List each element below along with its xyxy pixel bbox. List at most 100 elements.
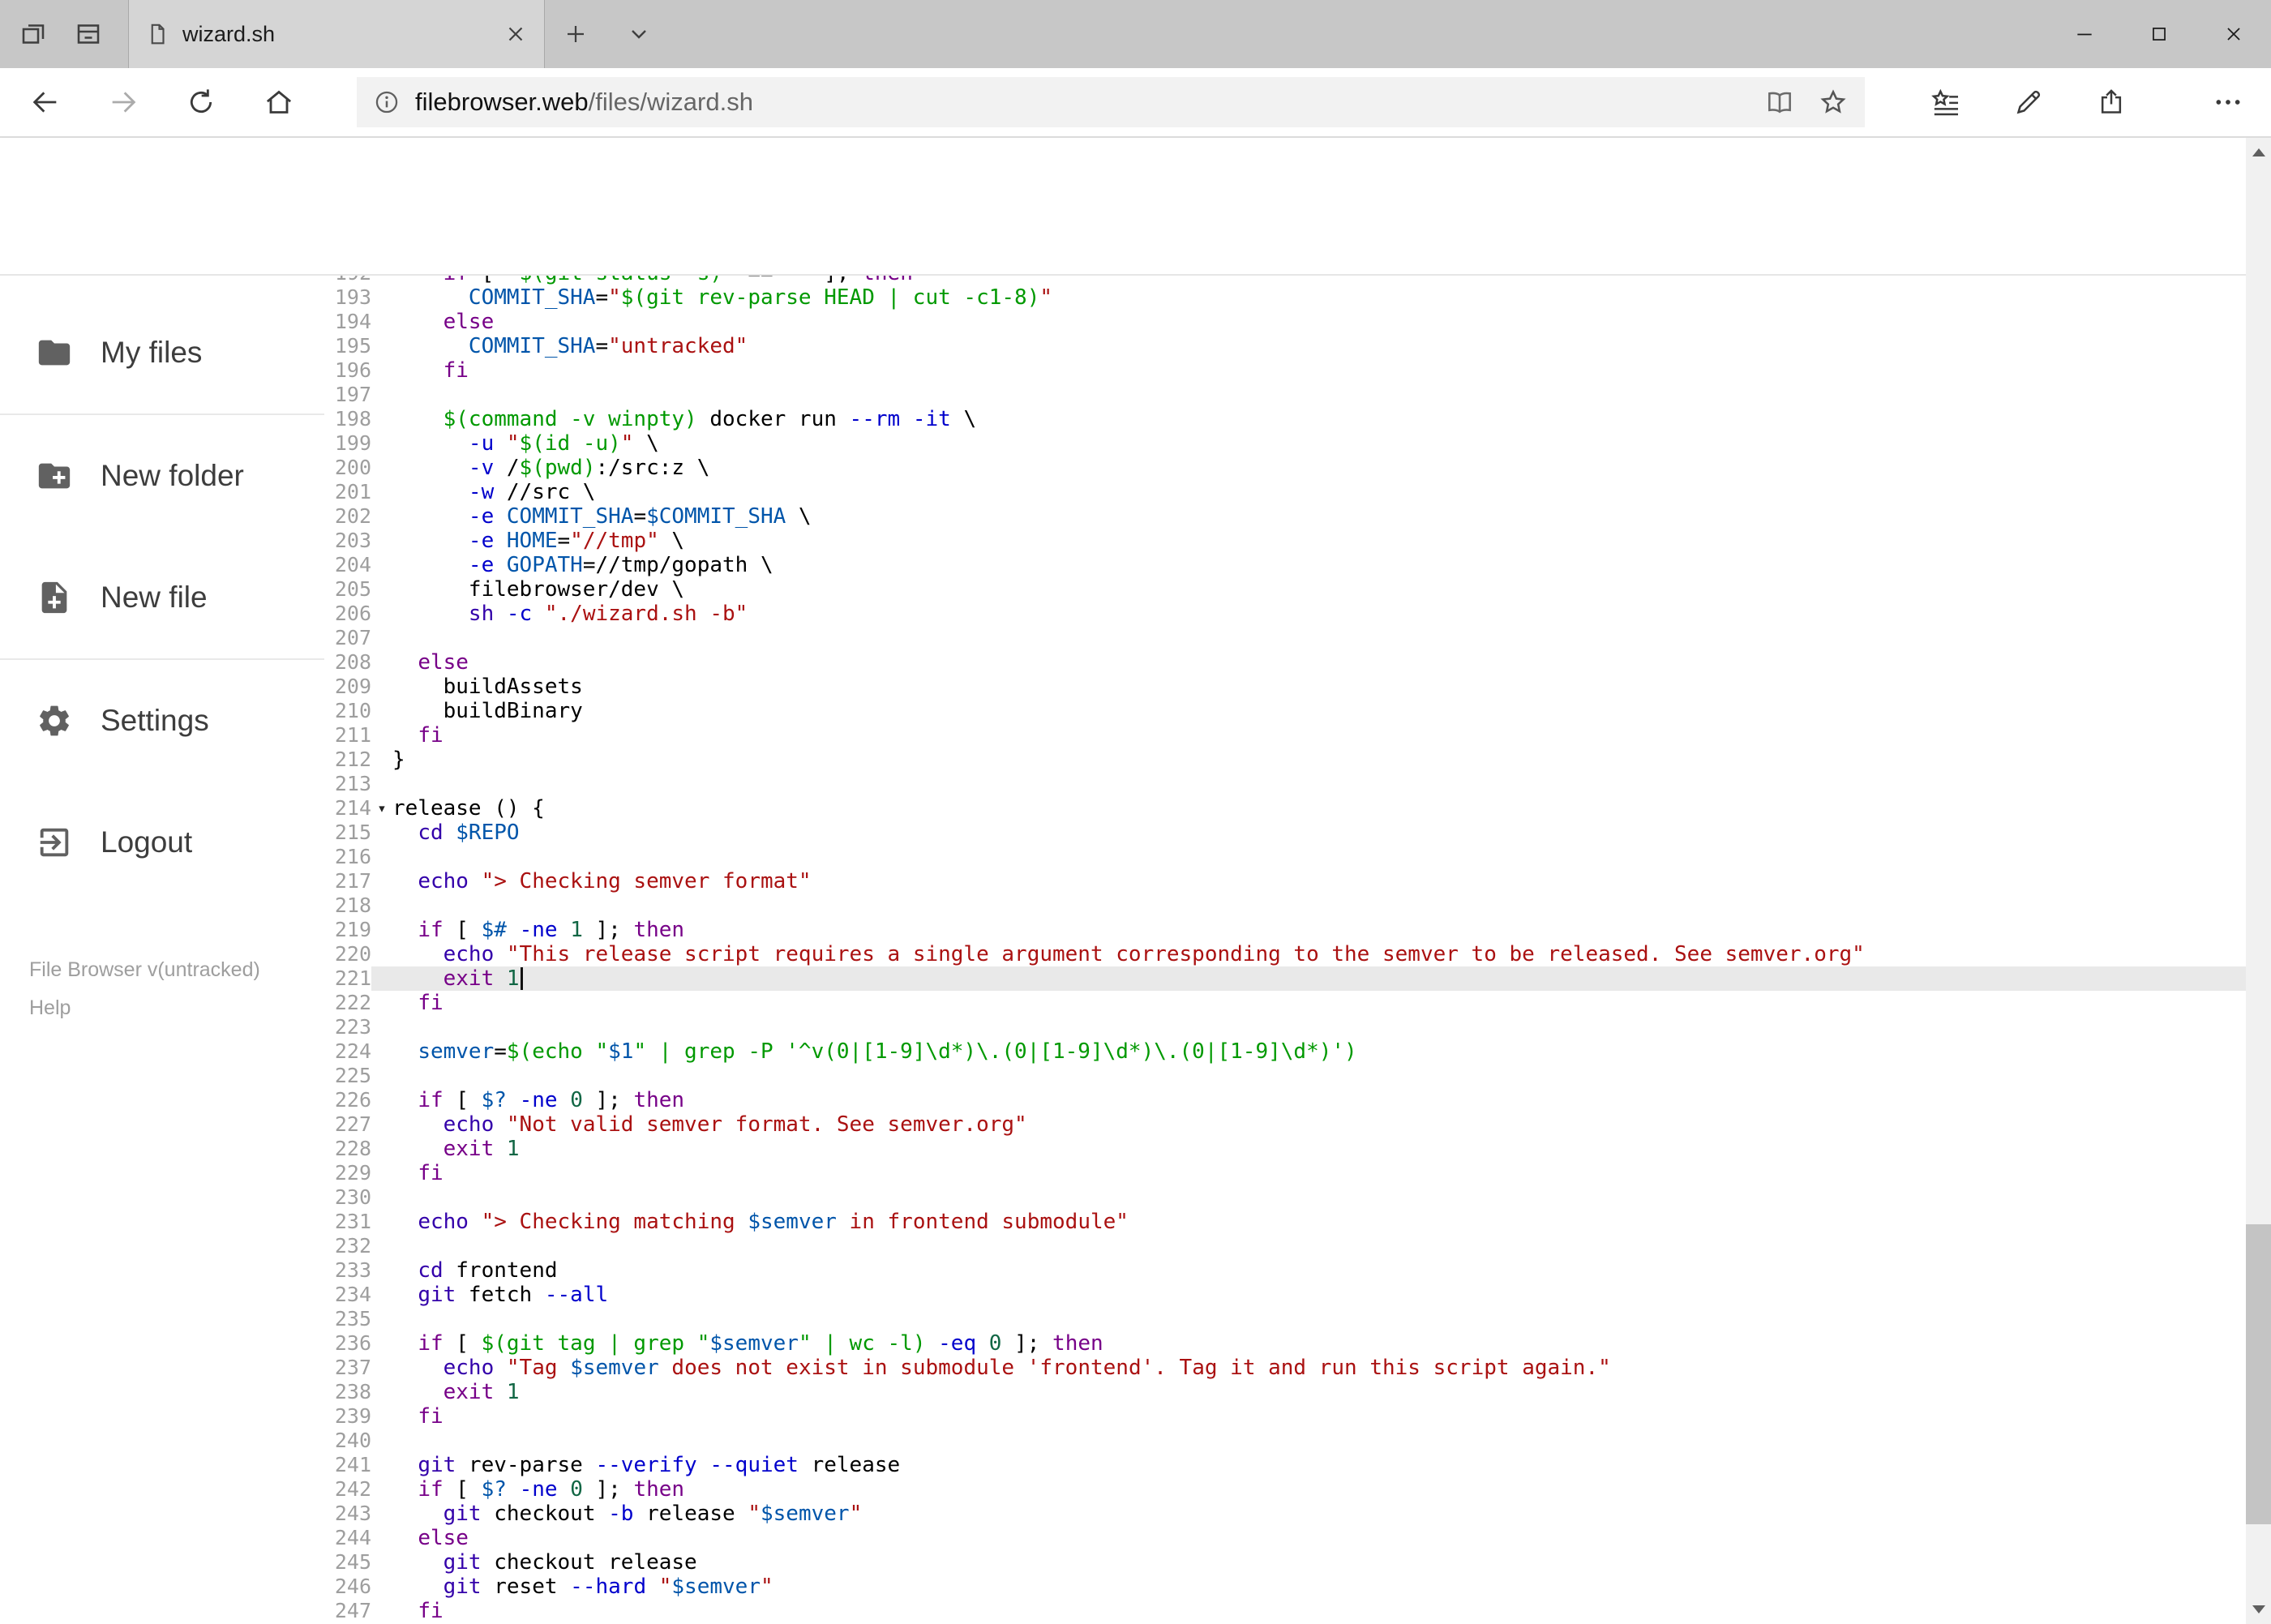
code-text: echo "This release script requires a sin…: [443, 942, 1865, 966]
new-tab-button[interactable]: [546, 0, 605, 68]
address-bar[interactable]: filebrowser.web/files/wizard.sh: [357, 77, 1865, 127]
sidebar-item-settings[interactable]: Settings: [0, 660, 324, 782]
scroll-up-arrow[interactable]: [2246, 138, 2271, 167]
sidebar-item-my-files[interactable]: My files: [0, 292, 324, 413]
sidebar-item-logout[interactable]: Logout: [0, 782, 324, 903]
code-line[interactable]: 203 -e HOME="//tmp" \: [324, 529, 2246, 553]
code-line[interactable]: 232: [324, 1234, 2246, 1258]
code-line[interactable]: 230: [324, 1185, 2246, 1210]
code-line[interactable]: 221 exit 1: [324, 966, 2246, 991]
line-number: 200: [334, 456, 371, 479]
browser-tab-active[interactable]: wizard.sh: [128, 0, 545, 68]
tab-preview-button[interactable]: [6, 0, 60, 68]
hub-favorites-button[interactable]: [1907, 68, 1985, 136]
code-line[interactable]: 202 -e COMMIT_SHA=$COMMIT_SHA \: [324, 504, 2246, 529]
code-line[interactable]: 245 git checkout release: [324, 1550, 2246, 1575]
scrollbar-thumb[interactable]: [2246, 1224, 2271, 1524]
code-text: -w //src \: [468, 480, 596, 504]
code-line[interactable]: 212}: [324, 748, 2246, 772]
code-line[interactable]: 200 -v /$(pwd):/src:z \: [324, 456, 2246, 480]
tab-list-chevron-button[interactable]: [606, 0, 671, 68]
code-line[interactable]: 247 fi: [324, 1599, 2246, 1623]
code-line[interactable]: 199 -u "$(id -u)" \: [324, 431, 2246, 456]
favorite-star-icon[interactable]: [1818, 87, 1849, 118]
line-number: 213: [334, 772, 371, 795]
line-number: 232: [334, 1234, 371, 1258]
more-menu-button[interactable]: [2189, 68, 2267, 136]
code-line[interactable]: 206 sh -c "./wizard.sh -b": [324, 602, 2246, 626]
window-controls: [2047, 0, 2271, 68]
code-line[interactable]: 236 if [ $(git tag | grep "$semver" | wc…: [324, 1331, 2246, 1356]
line-number: 196: [334, 358, 371, 382]
code-line[interactable]: 226 if [ $? -ne 0 ]; then: [324, 1088, 2246, 1112]
back-button[interactable]: [6, 68, 84, 136]
code-line[interactable]: 215 cd $REPO: [324, 821, 2246, 845]
code-line[interactable]: 214 ▾ release () {: [324, 796, 2246, 821]
code-line[interactable]: 210 buildBinary: [324, 699, 2246, 723]
code-line[interactable]: 231 echo "> Checking matching $semver in…: [324, 1210, 2246, 1234]
code-line[interactable]: 209 buildAssets: [324, 675, 2246, 699]
code-line[interactable]: 224 semver=$(echo "$1" | grep -P '^v(0|[…: [324, 1039, 2246, 1064]
code-editor[interactable]: 192 if [ "$(git status -s)" == "" ]; the…: [324, 276, 2246, 1624]
minimize-button[interactable]: [2047, 0, 2122, 68]
sidebar-item-new-file[interactable]: New file: [0, 537, 324, 658]
code-line[interactable]: 195 COMMIT_SHA="untracked": [324, 334, 2246, 358]
code-line[interactable]: 241 git rev-parse --verify --quiet relea…: [324, 1453, 2246, 1477]
scroll-down-arrow[interactable]: [2246, 1595, 2271, 1624]
code-line[interactable]: 219 if [ $# -ne 1 ]; then: [324, 918, 2246, 942]
code-line[interactable]: 242 if [ $? -ne 0 ]; then: [324, 1477, 2246, 1502]
share-page-button[interactable]: [2072, 68, 2150, 136]
code-line[interactable]: 246 git reset --hard "$semver": [324, 1575, 2246, 1599]
maximize-button[interactable]: [2122, 0, 2196, 68]
code-line[interactable]: 225: [324, 1064, 2246, 1088]
code-line[interactable]: 208 else: [324, 650, 2246, 675]
code-line[interactable]: 197: [324, 383, 2246, 407]
code-line[interactable]: 220 echo "This release script requires a…: [324, 942, 2246, 966]
code-line[interactable]: 211 fi: [324, 723, 2246, 748]
code-line[interactable]: 204 -e GOPATH=//tmp/gopath \: [324, 553, 2246, 577]
set-tabs-aside-button[interactable]: [62, 0, 115, 68]
code-line[interactable]: 192 if [ "$(git status -s)" == "" ]; the…: [324, 276, 2246, 285]
code-line[interactable]: 194 else: [324, 310, 2246, 334]
code-line[interactable]: 238 exit 1: [324, 1380, 2246, 1404]
code-line[interactable]: 237 echo "Tag $semver does not exist in …: [324, 1356, 2246, 1380]
code-line[interactable]: 228 exit 1: [324, 1137, 2246, 1161]
code-line[interactable]: 235: [324, 1307, 2246, 1331]
code-line[interactable]: 227 echo "Not valid semver format. See s…: [324, 1112, 2246, 1137]
code-line[interactable]: 196 fi: [324, 358, 2246, 383]
code-line[interactable]: 243 git checkout -b release "$semver": [324, 1502, 2246, 1526]
code-line[interactable]: 222 fi: [324, 991, 2246, 1015]
web-notes-button[interactable]: [1990, 68, 2067, 136]
help-link[interactable]: Help: [29, 996, 260, 1020]
code-line[interactable]: 218: [324, 893, 2246, 918]
line-number: 207: [334, 626, 371, 649]
code-line[interactable]: 201 -w //src \: [324, 480, 2246, 504]
code-line[interactable]: 193 COMMIT_SHA="$(git rev-parse HEAD | c…: [324, 285, 2246, 310]
url-text[interactable]: filebrowser.web/files/wizard.sh: [415, 88, 1742, 117]
code-line[interactable]: 207: [324, 626, 2246, 650]
code-line[interactable]: 217 echo "> Checking semver format": [324, 869, 2246, 893]
sidebar-item-new-folder[interactable]: New folder: [0, 415, 324, 537]
reading-view-icon[interactable]: [1764, 87, 1795, 118]
site-info-icon[interactable]: [373, 88, 401, 116]
refresh-button[interactable]: [162, 68, 240, 136]
fold-marker-icon[interactable]: ▾: [371, 796, 392, 821]
code-line[interactable]: 239 fi: [324, 1404, 2246, 1429]
code-line[interactable]: 205 filebrowser/dev \: [324, 577, 2246, 602]
fold-gutter: [371, 1185, 392, 1210]
code-line[interactable]: 229 fi: [324, 1161, 2246, 1185]
forward-button[interactable]: [84, 68, 162, 136]
code-line[interactable]: 216: [324, 845, 2246, 869]
home-button[interactable]: [240, 68, 318, 136]
code-line[interactable]: 244 else: [324, 1526, 2246, 1550]
tab-close-icon[interactable]: [503, 22, 528, 46]
code-line[interactable]: 223: [324, 1015, 2246, 1039]
code-line[interactable]: 198 $(command -v winpty) docker run --rm…: [324, 407, 2246, 431]
code-line[interactable]: 233 cd frontend: [324, 1258, 2246, 1283]
code-line[interactable]: 234 git fetch --all: [324, 1283, 2246, 1307]
code-line[interactable]: 213: [324, 772, 2246, 796]
page-scrollbar[interactable]: [2246, 138, 2271, 1624]
close-button[interactable]: [2196, 0, 2271, 68]
code-line[interactable]: 240: [324, 1429, 2246, 1453]
